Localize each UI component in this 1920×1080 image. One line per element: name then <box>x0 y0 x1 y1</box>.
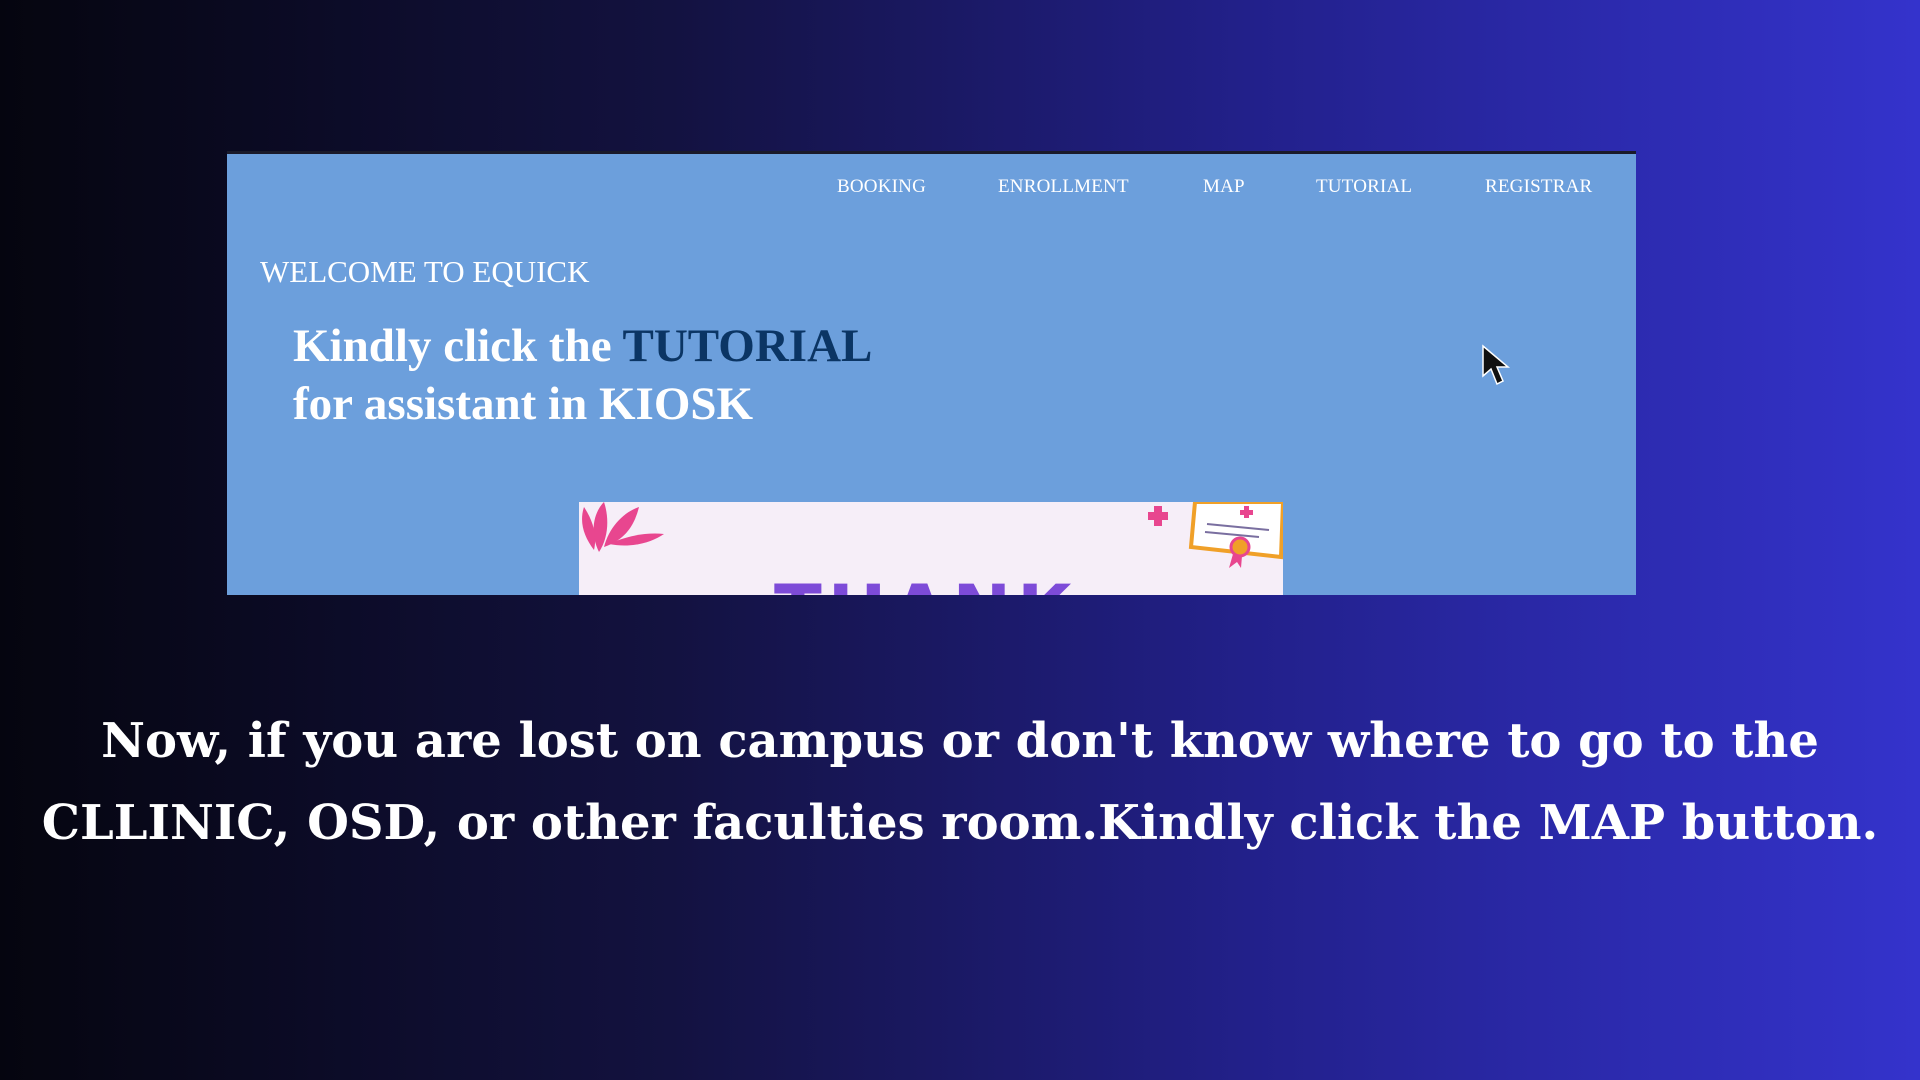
headline-prefix: Kindly click the <box>293 320 623 372</box>
banner-title: THANK <box>774 570 1077 595</box>
nav-map[interactable]: MAP <box>1203 176 1245 198</box>
nav-enrollment[interactable]: ENROLLMENT <box>998 176 1129 198</box>
certificate-icon <box>1188 502 1283 568</box>
plus-icon <box>1148 506 1168 526</box>
instruction-caption: Now, if you are lost on campus or don't … <box>0 700 1920 864</box>
headline: Kindly click the TUTORIAL for assistant … <box>293 317 872 433</box>
headline-tutorial-highlight: TUTORIAL <box>622 320 873 372</box>
arrow-pointer-icon <box>1482 344 1511 386</box>
nav-registrar[interactable]: REGISTRAR <box>1485 176 1592 198</box>
nav-booking[interactable]: BOOKING <box>837 176 926 198</box>
kiosk-screen: BOOKING ENROLLMENT MAP TUTORIAL REGISTRA… <box>227 151 1636 595</box>
caption-line-2: CLLINIC, OSD, or other faculties room.Ki… <box>41 795 1879 851</box>
thank-you-banner: THANK <box>579 502 1283 595</box>
top-nav: BOOKING ENROLLMENT MAP TUTORIAL REGISTRA… <box>227 166 1636 206</box>
welcome-title: WELCOME TO EQUICK <box>260 254 590 289</box>
pink-leaf-icon <box>582 502 664 552</box>
headline-line2: for assistant in KIOSK <box>293 378 754 430</box>
nav-tutorial[interactable]: TUTORIAL <box>1316 176 1412 198</box>
caption-line-1: Now, if you are lost on campus or don't … <box>101 713 1819 769</box>
